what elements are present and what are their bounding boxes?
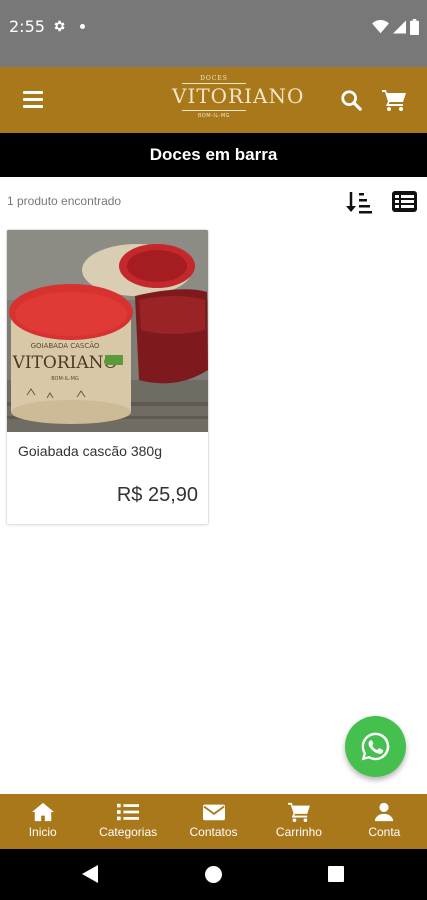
nav-label: Categorias bbox=[99, 825, 158, 839]
search-icon[interactable] bbox=[340, 89, 362, 111]
logo-main-text: VITORIANO bbox=[172, 84, 305, 108]
nav-item-carrinho[interactable]: Carrinho bbox=[256, 794, 341, 849]
cart-icon[interactable] bbox=[382, 89, 406, 111]
app-header: DOCES VITORIANO BOM-IL-MG bbox=[0, 67, 427, 133]
product-image-label-sub: BOM-IL-MG bbox=[51, 376, 79, 382]
brand-logo[interactable]: DOCES VITORIANO BOM-IL-MG bbox=[172, 73, 305, 127]
product-image-label-top: GOIABADA CASCÃO bbox=[31, 341, 100, 350]
gear-icon bbox=[54, 20, 65, 32]
signal-icon bbox=[393, 20, 406, 34]
user-icon bbox=[375, 802, 394, 822]
whatsapp-button[interactable] bbox=[345, 716, 406, 777]
product-card[interactable]: GOIABADA CASCÃO VITORIANO BOM-IL-MG Goia… bbox=[6, 229, 209, 525]
category-title-bar: Doces em barra bbox=[0, 133, 427, 177]
menu-icon[interactable] bbox=[23, 91, 43, 109]
cart-icon bbox=[288, 802, 310, 822]
nav-label: Contatos bbox=[189, 825, 238, 839]
product-image-label-brand: VITORIANO bbox=[12, 353, 118, 373]
list-view-icon[interactable] bbox=[392, 191, 417, 212]
back-icon[interactable] bbox=[82, 865, 98, 883]
page-title: Doces em barra bbox=[149, 145, 278, 164]
product-price: R$ 25,90 bbox=[116, 484, 198, 506]
product-name: Goiabada cascão 380g bbox=[18, 443, 162, 459]
logo-small-text: DOCES bbox=[200, 75, 228, 82]
nav-item-conta[interactable]: Conta bbox=[342, 794, 427, 849]
sort-icon[interactable] bbox=[346, 190, 372, 214]
recents-icon[interactable] bbox=[328, 866, 344, 882]
bottom-navigation: Inicio Categorias Contatos Carrinho Cont… bbox=[0, 794, 427, 849]
nav-item-inicio[interactable]: Inicio bbox=[0, 794, 85, 849]
nav-label: Conta bbox=[368, 825, 401, 839]
nav-label: Carrinho bbox=[275, 825, 322, 839]
result-count: 1 produto encontrado bbox=[7, 194, 122, 208]
logo-sub-text: BOM-IL-MG bbox=[197, 113, 231, 119]
status-time: 2:55 bbox=[9, 17, 45, 36]
home-icon bbox=[31, 802, 54, 822]
android-navigation-bar bbox=[0, 849, 427, 900]
nav-item-contatos[interactable]: Contatos bbox=[171, 794, 256, 849]
wifi-icon bbox=[372, 20, 389, 34]
status-bar: 2:55 bbox=[0, 0, 427, 67]
product-image: GOIABADA CASCÃO VITORIANO BOM-IL-MG bbox=[7, 230, 208, 432]
logo-divider bbox=[182, 110, 246, 111]
envelope-icon bbox=[202, 804, 225, 821]
nav-label: Inicio bbox=[28, 825, 57, 839]
list-icon bbox=[117, 803, 140, 821]
nav-item-categorias[interactable]: Categorias bbox=[85, 794, 170, 849]
status-icons bbox=[372, 18, 419, 36]
notification-dot-icon bbox=[80, 24, 85, 29]
home-button-icon[interactable] bbox=[205, 866, 222, 883]
whatsapp-icon bbox=[361, 732, 390, 761]
battery-icon bbox=[410, 19, 419, 35]
